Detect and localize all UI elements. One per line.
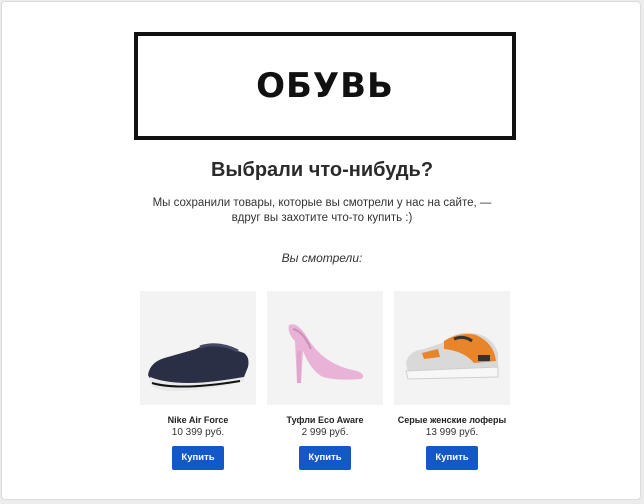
product-price: 2 999 руб. — [301, 427, 349, 438]
buy-button[interactable]: Купить — [299, 446, 351, 470]
product-price: 13 999 руб. — [425, 427, 479, 438]
viewed-label: Вы смотрели: — [281, 251, 363, 265]
product-price: 10 399 руб. — [171, 427, 225, 438]
brand-logo: ОБУВЬ — [256, 66, 394, 106]
sneaker-shoe-image[interactable] — [394, 291, 510, 405]
product-name: Серые женские лоферы — [397, 415, 507, 425]
headline: Выбрали что-нибудь? — [210, 159, 434, 181]
buy-button[interactable]: Купить — [426, 446, 478, 470]
pink-pump-shoe-image[interactable] — [267, 291, 383, 405]
loafer-shoe-image[interactable] — [140, 291, 256, 405]
product-card: Серые женские лоферы 13 999 руб. Купить — [394, 291, 510, 470]
email-card: ОБУВЬ Выбрали что-нибудь? Мы сохранили т… — [1, 1, 641, 500]
buy-button[interactable]: Купить — [172, 446, 224, 470]
brand-logo-frame: ОБУВЬ — [134, 32, 516, 140]
subtext: Мы сохранили товары, которые вы смотрели… — [152, 197, 492, 224]
product-name: Nike Air Force — [167, 415, 229, 425]
product-name: Туфли Eco Aware — [286, 415, 364, 425]
product-card: Туфли Eco Aware 2 999 руб. Купить — [267, 291, 383, 470]
product-card: Nike Air Force 10 399 руб. Купить — [140, 291, 256, 470]
